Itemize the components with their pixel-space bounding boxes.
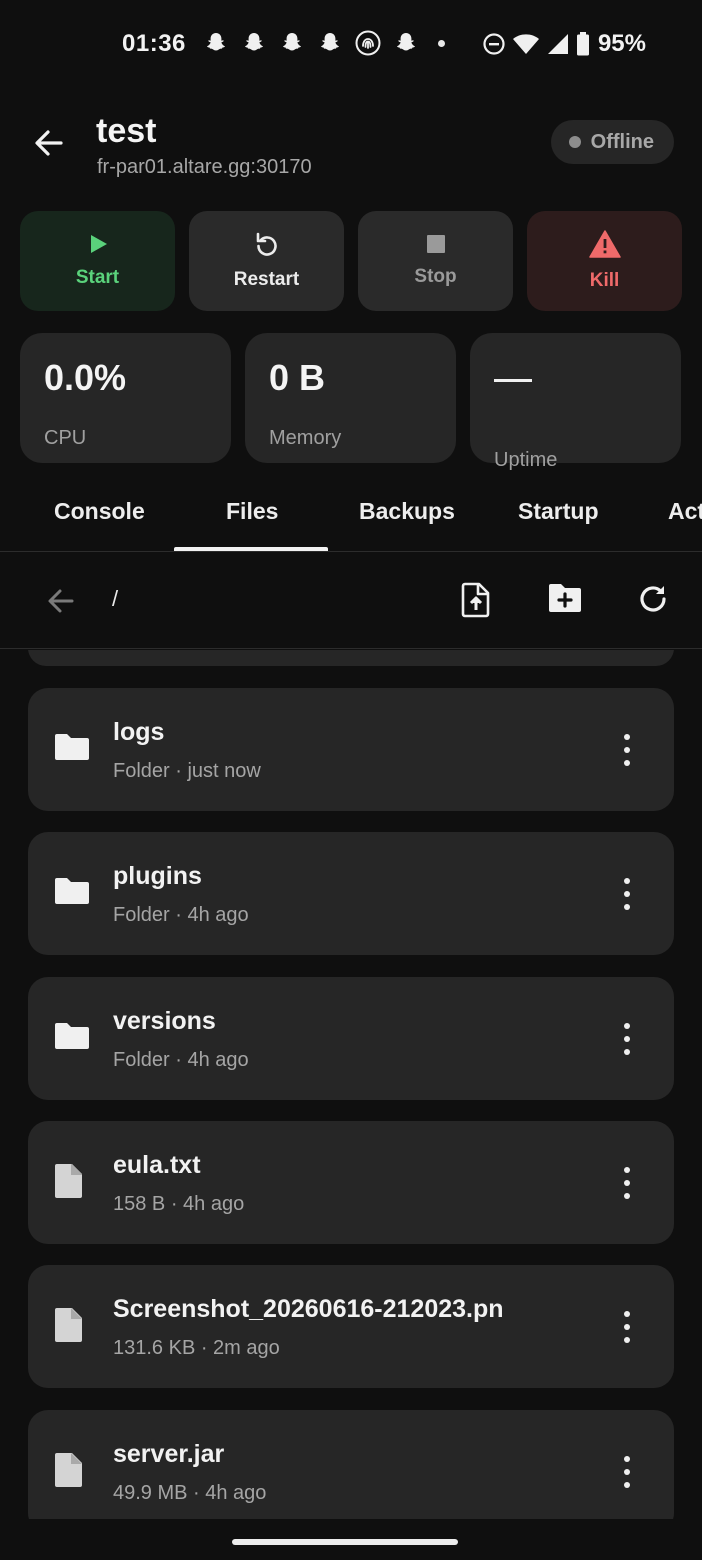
power-controls: Start Restart Stop Kill xyxy=(20,211,682,311)
status-text: Offline xyxy=(590,130,654,153)
file-meta: Folder · 4h ago xyxy=(113,904,249,926)
snapchat-icon xyxy=(278,31,306,61)
list-item-partial[interactable] xyxy=(28,650,674,666)
fingerprint-icon xyxy=(354,30,382,62)
resource-stats: 0.0% CPU 0 B Memory Uptime xyxy=(20,333,682,471)
kill-label: Kill xyxy=(589,270,620,291)
file-item-logs[interactable]: logs Folder · just now xyxy=(28,688,674,811)
stop-label: Stop xyxy=(414,266,457,287)
file-name: eula.txt xyxy=(113,1151,201,1179)
file-meta: 131.6 KB · 2m ago xyxy=(113,1337,280,1359)
file-meta: 158 B · 4h ago xyxy=(113,1193,245,1215)
status-dot-icon xyxy=(568,136,581,148)
home-indicator[interactable] xyxy=(232,1539,458,1545)
tab-bar: Console Files Backups Startup Act xyxy=(0,480,702,552)
file-list: logs Folder · just now plugins Folder · … xyxy=(0,650,702,1519)
uptime-dash xyxy=(494,379,532,382)
status-time: 01:36 xyxy=(122,30,186,57)
more-vert-icon[interactable] xyxy=(616,1456,638,1488)
tab-files[interactable]: Files xyxy=(226,498,278,525)
restart-icon xyxy=(256,232,277,256)
uptime-value xyxy=(494,379,657,423)
play-icon xyxy=(90,235,107,253)
file-item-screenshot[interactable]: Screenshot_20260616-212023.pn 131.6 KB ·… xyxy=(28,1265,674,1388)
back-button[interactable] xyxy=(30,124,68,162)
folder-plus-icon xyxy=(549,584,581,612)
folder-icon xyxy=(55,734,89,760)
refresh-icon xyxy=(640,586,666,612)
cpu-label: CPU xyxy=(44,427,87,449)
upload-file-icon xyxy=(461,582,490,618)
stop-button[interactable]: Stop xyxy=(358,211,513,311)
app-header: test fr-par01.altare.gg:30170 Offline xyxy=(0,108,702,188)
warning-icon xyxy=(588,230,621,258)
refresh-button[interactable] xyxy=(636,582,670,621)
restart-button[interactable]: Restart xyxy=(189,211,344,311)
file-item-eula[interactable]: eula.txt 158 B · 4h ago xyxy=(28,1121,674,1244)
wifi-icon xyxy=(512,34,539,54)
server-name: test xyxy=(96,112,157,150)
more-vert-icon[interactable] xyxy=(616,1023,638,1055)
battery-percent: 95% xyxy=(597,30,646,57)
more-vert-icon[interactable] xyxy=(616,1167,638,1199)
tab-activity[interactable]: Act xyxy=(668,498,702,525)
status-bar: 01:36 95% xyxy=(0,0,702,90)
status-badge: Offline xyxy=(550,120,674,164)
file-icon xyxy=(55,1164,82,1198)
file-name: versions xyxy=(113,1007,216,1035)
snapchat-icon xyxy=(392,31,420,61)
memory-value: 0 B xyxy=(269,357,326,398)
current-path: / xyxy=(112,586,119,611)
uptime-label: Uptime xyxy=(494,449,558,471)
snapchat-icon xyxy=(202,31,230,61)
start-button[interactable]: Start xyxy=(20,211,175,311)
snapchat-icon xyxy=(240,31,268,61)
dnd-icon xyxy=(483,33,505,55)
uptime-stat-card: Uptime xyxy=(470,333,681,471)
arrow-left-icon xyxy=(48,589,74,613)
file-name: server.jar xyxy=(113,1440,225,1468)
arrow-left-icon xyxy=(35,130,63,156)
more-vert-icon[interactable] xyxy=(616,1311,638,1343)
file-meta: 49.9 MB · 4h ago xyxy=(113,1482,267,1504)
file-name: logs xyxy=(113,718,165,746)
file-meta: Folder · 4h ago xyxy=(113,1049,249,1071)
notification-dot-icon xyxy=(438,40,445,47)
file-item-versions[interactable]: versions Folder · 4h ago xyxy=(28,977,674,1100)
folder-icon xyxy=(55,1023,89,1049)
tab-backups[interactable]: Backups xyxy=(359,498,455,525)
cpu-stat-card: 0.0% CPU xyxy=(20,333,231,463)
system-icons: 95% xyxy=(482,30,646,58)
more-vert-icon[interactable] xyxy=(616,878,638,910)
restart-label: Restart xyxy=(233,269,300,290)
kill-button[interactable]: Kill xyxy=(527,211,682,311)
upload-file-button[interactable] xyxy=(459,582,493,623)
file-name: plugins xyxy=(113,862,202,890)
signal-icon xyxy=(547,34,568,54)
folder-icon xyxy=(55,878,89,904)
battery-icon xyxy=(576,32,589,56)
tab-startup[interactable]: Startup xyxy=(518,498,599,525)
files-toolbar: / xyxy=(0,552,702,649)
tab-console[interactable]: Console xyxy=(54,498,145,525)
file-item-plugins[interactable]: plugins Folder · 4h ago xyxy=(28,832,674,955)
file-name: Screenshot_20260616-212023.pn xyxy=(113,1295,504,1323)
file-icon xyxy=(55,1453,82,1487)
new-folder-button[interactable] xyxy=(546,582,584,619)
parent-directory-button[interactable] xyxy=(44,584,78,623)
notification-icons xyxy=(202,30,420,62)
file-meta: Folder · just now xyxy=(113,760,261,782)
server-address: fr-par01.altare.gg:30170 xyxy=(97,156,312,178)
more-vert-icon[interactable] xyxy=(616,734,638,766)
file-item-server-jar[interactable]: server.jar 49.9 MB · 4h ago xyxy=(28,1410,674,1519)
start-label: Start xyxy=(75,267,120,288)
file-icon xyxy=(55,1308,82,1342)
memory-stat-card: 0 B Memory xyxy=(245,333,456,463)
active-tab-indicator xyxy=(174,547,328,551)
stop-icon xyxy=(426,235,445,253)
snapchat-icon xyxy=(316,31,344,61)
memory-label: Memory xyxy=(269,427,342,449)
cpu-value: 0.0% xyxy=(44,357,127,398)
